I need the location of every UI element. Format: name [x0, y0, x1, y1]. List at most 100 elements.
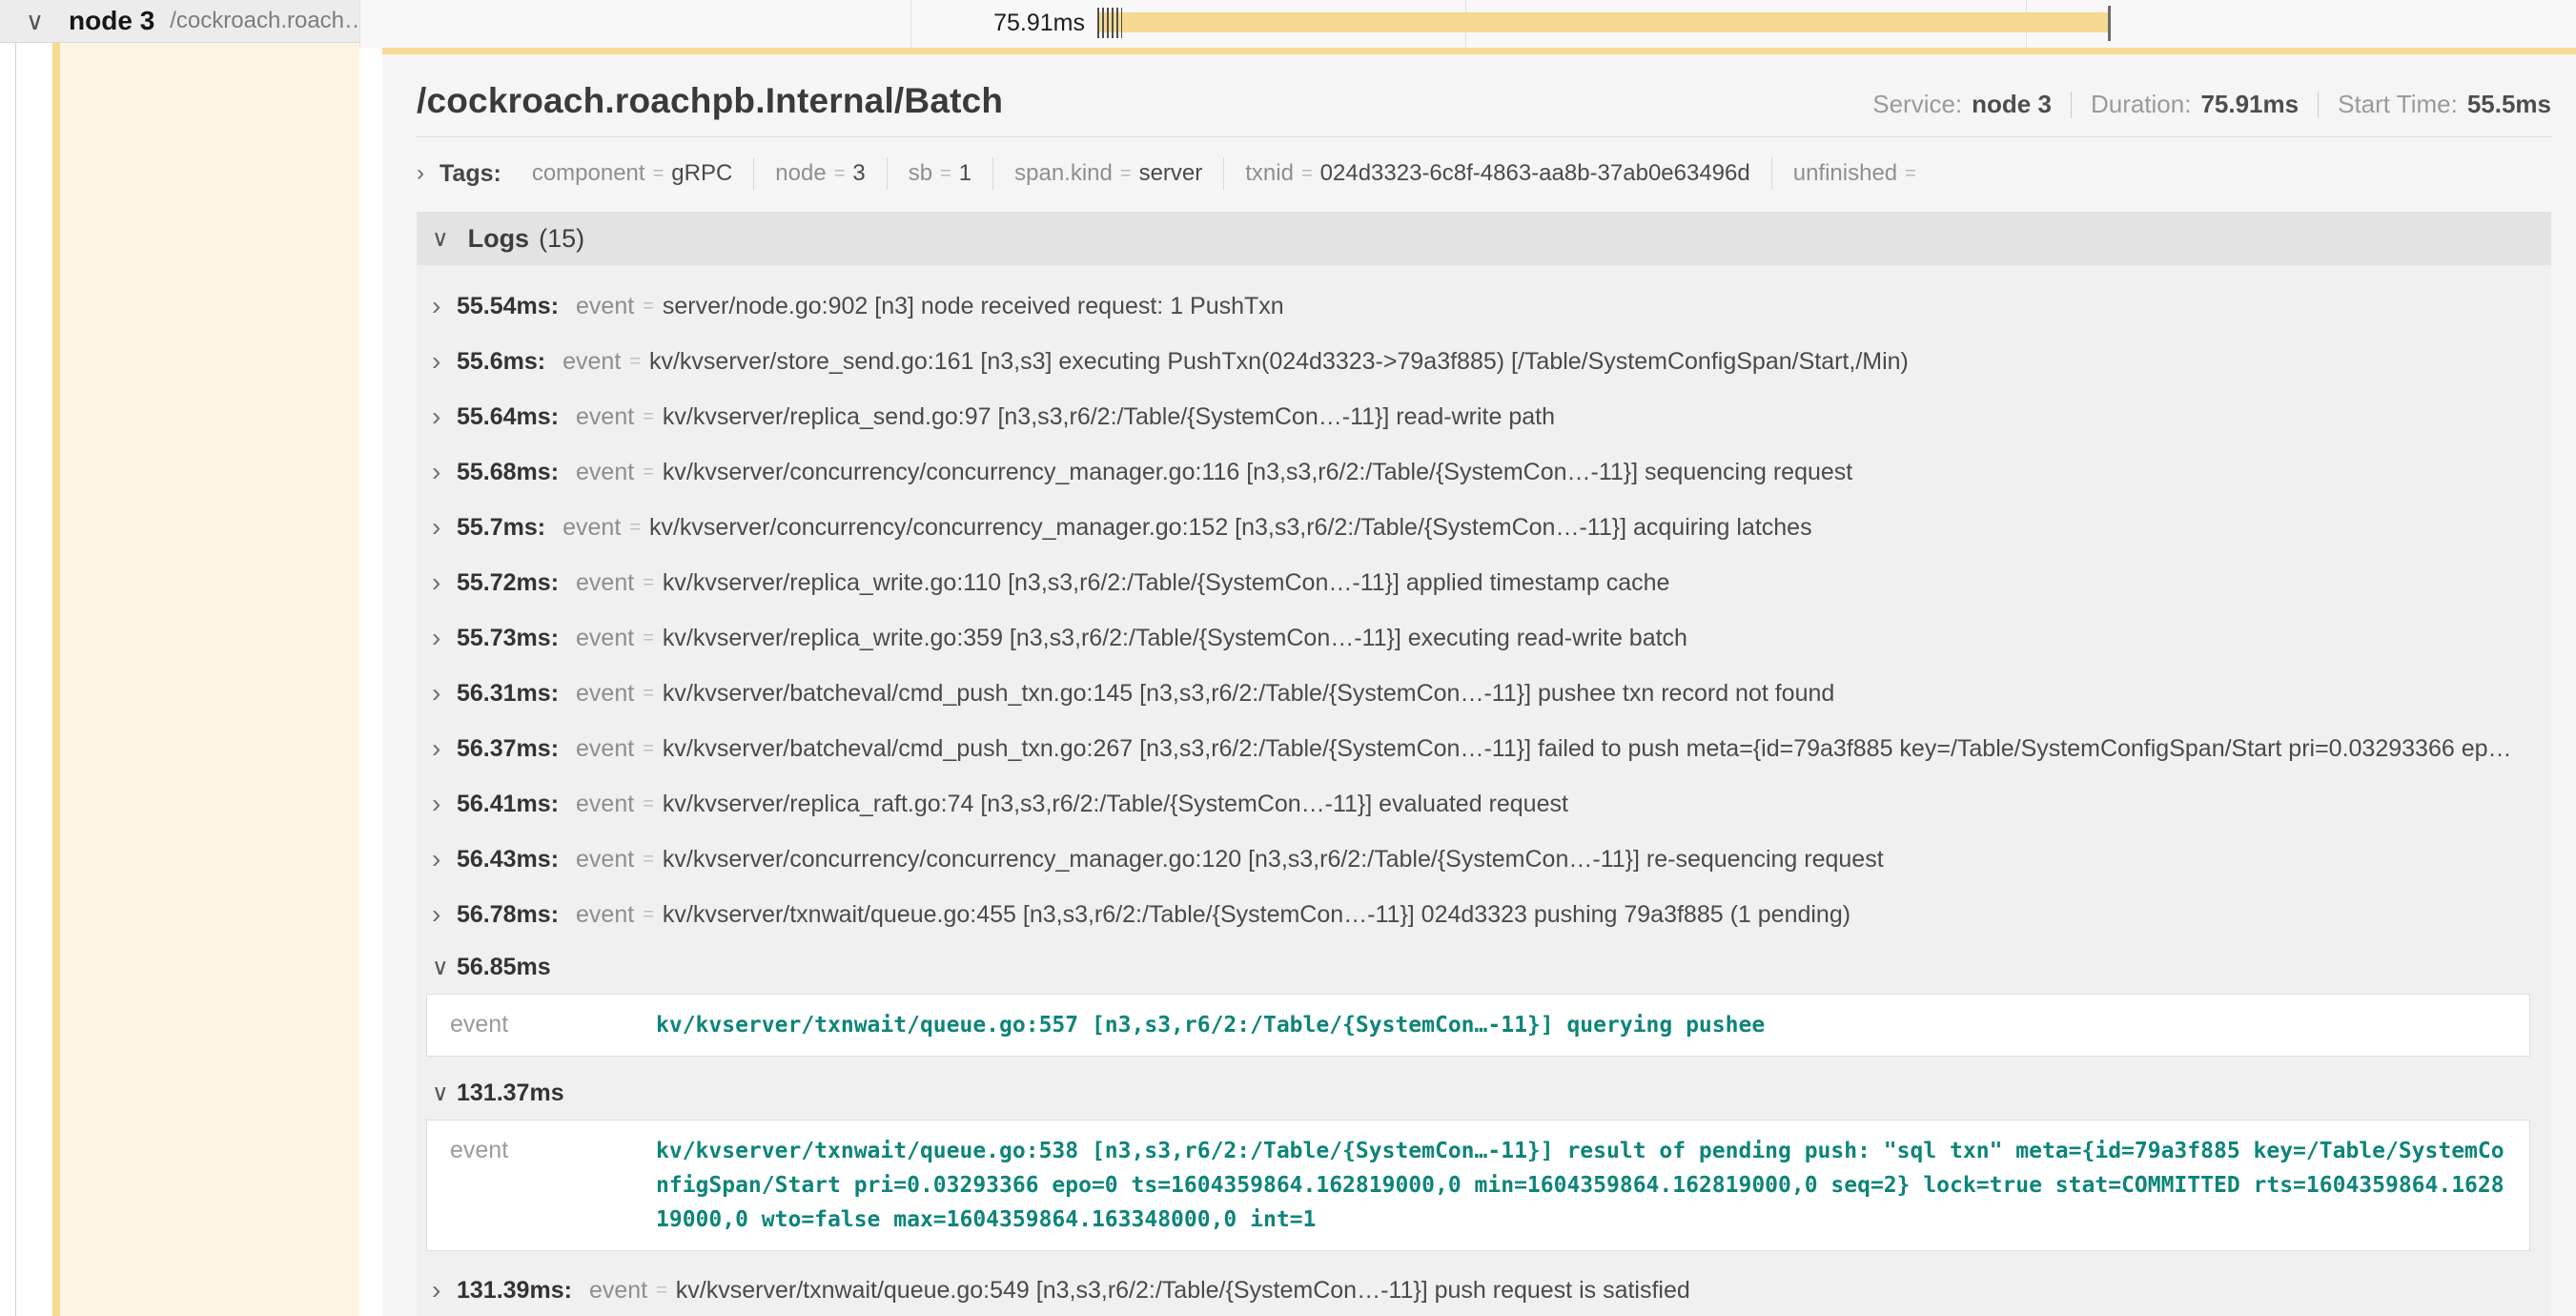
logs-section-toggle[interactable]: ∨ Logs (15) [417, 212, 2551, 265]
log-field-key: event [576, 293, 634, 320]
log-field-key: event [576, 569, 634, 597]
chevron-right-icon: › [432, 457, 457, 487]
log-field-key: event [450, 1008, 656, 1042]
start-time-label: Start Time: [2338, 90, 2458, 119]
title-divider [417, 136, 2551, 137]
log-timestamp: 55.73ms: [457, 625, 559, 652]
equals-sign: = [653, 163, 664, 185]
tag-key: sb [909, 160, 932, 187]
tags-section-toggle[interactable]: › Tags: component=gRPCnode=3sb=1span.kin… [417, 153, 2551, 195]
log-field-key: event [576, 735, 634, 763]
log-event-ticks [1097, 8, 1122, 38]
log-row-toggle[interactable]: ›55.64ms:event=kv/kvserver/replica_send.… [417, 389, 2551, 444]
span-meta: Service: node 3 Duration: 75.91ms Start … [1872, 90, 2551, 119]
chevron-down-icon: ∨ [432, 1080, 457, 1107]
tag-sb: sb=1 [887, 157, 992, 190]
service-value: node 3 [1972, 90, 2052, 119]
log-row-toggle[interactable]: ›56.41ms:event=kv/kvserver/replica_raft.… [417, 776, 2551, 832]
log-row-toggle[interactable]: ›55.68ms:event=kv/kvserver/concurrency/c… [417, 444, 2551, 500]
span-duration-bar[interactable] [1099, 12, 2108, 32]
log-message: kv/kvserver/batcheval/cmd_push_txn.go:26… [663, 735, 2512, 763]
equals-sign: = [1301, 163, 1313, 185]
tag-key: node [775, 160, 826, 187]
span-detail-title: /cockroach.roachpb.Internal/Batch [417, 81, 1003, 121]
log-timestamp: 131.39ms: [457, 1277, 572, 1305]
selected-row-highlight [60, 43, 359, 1316]
chevron-down-icon[interactable]: ∨ [26, 7, 44, 36]
log-message: kv/kvserver/txnwait/queue.go:549 [n3,s3,… [676, 1277, 1690, 1305]
chevron-right-icon: › [417, 160, 424, 187]
chevron-right-icon: › [432, 291, 457, 321]
log-message: kv/kvserver/replica_write.go:110 [n3,s3,… [663, 569, 1670, 597]
log-message: kv/kvserver/concurrency/concurrency_mana… [663, 459, 1852, 486]
service-label: Service: [1872, 90, 1962, 119]
equals-sign: = [643, 738, 654, 760]
tag-value: 024d3323-6c8f-4863-aa8b-37ab0e63496d [1320, 160, 1750, 187]
log-message: kv/kvserver/batcheval/cmd_push_txn.go:14… [663, 680, 1834, 708]
tag-key: txnid [1245, 160, 1294, 187]
trace-view: ∨ node 3 /cockroach.roach… 75.91ms /cock… [0, 0, 2576, 1316]
log-row-toggle[interactable]: ›55.6ms:event=kv/kvserver/store_send.go:… [417, 334, 2551, 389]
log-message: kv/kvserver/concurrency/concurrency_mana… [663, 846, 1884, 874]
log-row-toggle[interactable]: ›131.39ms:event=kv/kvserver/txnwait/queu… [417, 1263, 2551, 1316]
log-row-toggle[interactable]: ›56.31ms:event=kv/kvserver/batcheval/cmd… [417, 666, 2551, 721]
log-field-row: eventkv/kvserver/txnwait/queue.go:557 [n… [450, 1008, 2506, 1042]
log-field-key: event [576, 625, 634, 652]
log-timestamp: 56.78ms: [457, 901, 559, 929]
log-field-key: event [562, 348, 621, 376]
tag-unfinished: unfinished= [1771, 157, 1945, 190]
log-row-toggle[interactable]: ›55.54ms:event=server/node.go:902 [n3] n… [417, 278, 2551, 334]
equals-sign: = [643, 627, 654, 649]
log-row-toggle[interactable]: ›56.37ms:event=kv/kvserver/batcheval/cmd… [417, 721, 2551, 776]
log-field-key: event [576, 680, 634, 708]
tag-txnid: txnid = 024d3323-6c8f-4863-aa8b-37ab0e6349… [1223, 157, 1770, 190]
log-row-toggle[interactable]: ›55.7ms:event=kv/kvserver/concurrency/co… [417, 500, 2551, 555]
log-field-value: kv/kvserver/txnwait/queue.go:557 [n3,s3,… [656, 1008, 1765, 1042]
log-message: server/node.go:902 [n3] node received re… [663, 293, 1284, 320]
log-field-key: event [576, 846, 634, 874]
log-field-row: eventkv/kvserver/txnwait/queue.go:538 [n… [450, 1134, 2506, 1237]
tag-value: server [1139, 160, 1203, 187]
logs-title: Logs [468, 224, 530, 254]
tag-value: 3 [852, 160, 865, 187]
log-message: kv/kvserver/replica_write.go:359 [n3,s3,… [663, 625, 1687, 652]
chevron-right-icon: › [432, 899, 457, 930]
log-detail-card: eventkv/kvserver/txnwait/queue.go:538 [n… [426, 1120, 2530, 1251]
tags-list: component=gRPCnode=3sb=1span.kind=server… [511, 157, 1945, 190]
equals-sign: = [643, 793, 654, 815]
span-detail-panel: /cockroach.roachpb.Internal/Batch Servic… [382, 48, 2576, 1316]
span-color-bar [52, 43, 60, 1316]
tag-node: node = 3 [753, 157, 886, 190]
equals-sign: = [643, 683, 654, 705]
log-detail-card: eventkv/kvserver/txnwait/queue.go:557 [n… [426, 994, 2530, 1057]
log-list: ›55.54ms:event=server/node.go:902 [n3] n… [417, 265, 2551, 1316]
span-name-row[interactable]: ∨ node 3 /cockroach.roach… [0, 0, 359, 43]
log-field-key: event [589, 1277, 647, 1305]
log-timestamp: 55.64ms: [457, 403, 559, 431]
log-row-toggle[interactable]: ›55.72ms:event=kv/kvserver/replica_write… [417, 555, 2551, 610]
log-message: kv/kvserver/store_send.go:161 [n3,s3] ex… [649, 348, 1909, 376]
tag-value: gRPC [671, 160, 732, 187]
log-field-key: event [576, 791, 634, 818]
tag-value: 1 [959, 160, 971, 187]
meta-separator [2318, 92, 2319, 118]
log-field-key: event [576, 901, 634, 929]
chevron-down-icon: ∨ [432, 954, 457, 981]
span-duration-label: 75.91ms [894, 10, 1085, 37]
log-row-toggle[interactable]: ›56.78ms:event=kv/kvserver/txnwait/queue… [417, 887, 2551, 942]
tag-component: component=gRPC [511, 157, 753, 190]
log-row-expanded-toggle[interactable]: ∨56.85ms [417, 942, 2551, 992]
equals-sign: = [834, 163, 846, 185]
tag-key: span.kind [1014, 160, 1113, 187]
log-timestamp: 55.72ms: [457, 569, 559, 597]
equals-sign: = [643, 406, 654, 428]
log-message: kv/kvserver/replica_raft.go:74 [n3,s3,r6… [663, 791, 1568, 818]
log-timestamp: 56.41ms: [457, 791, 559, 818]
log-message: kv/kvserver/concurrency/concurrency_mana… [649, 514, 1812, 542]
log-row-expanded-toggle[interactable]: ∨131.37ms [417, 1068, 2551, 1118]
log-row-toggle[interactable]: ›55.73ms:event=kv/kvserver/replica_write… [417, 610, 2551, 666]
timeline-header: 75.91ms [359, 0, 2576, 48]
tag-span.kind: span.kind=server [992, 157, 1223, 190]
log-row-toggle[interactable]: ›56.43ms:event=kv/kvserver/concurrency/c… [417, 832, 2551, 887]
equals-sign: = [643, 572, 654, 594]
